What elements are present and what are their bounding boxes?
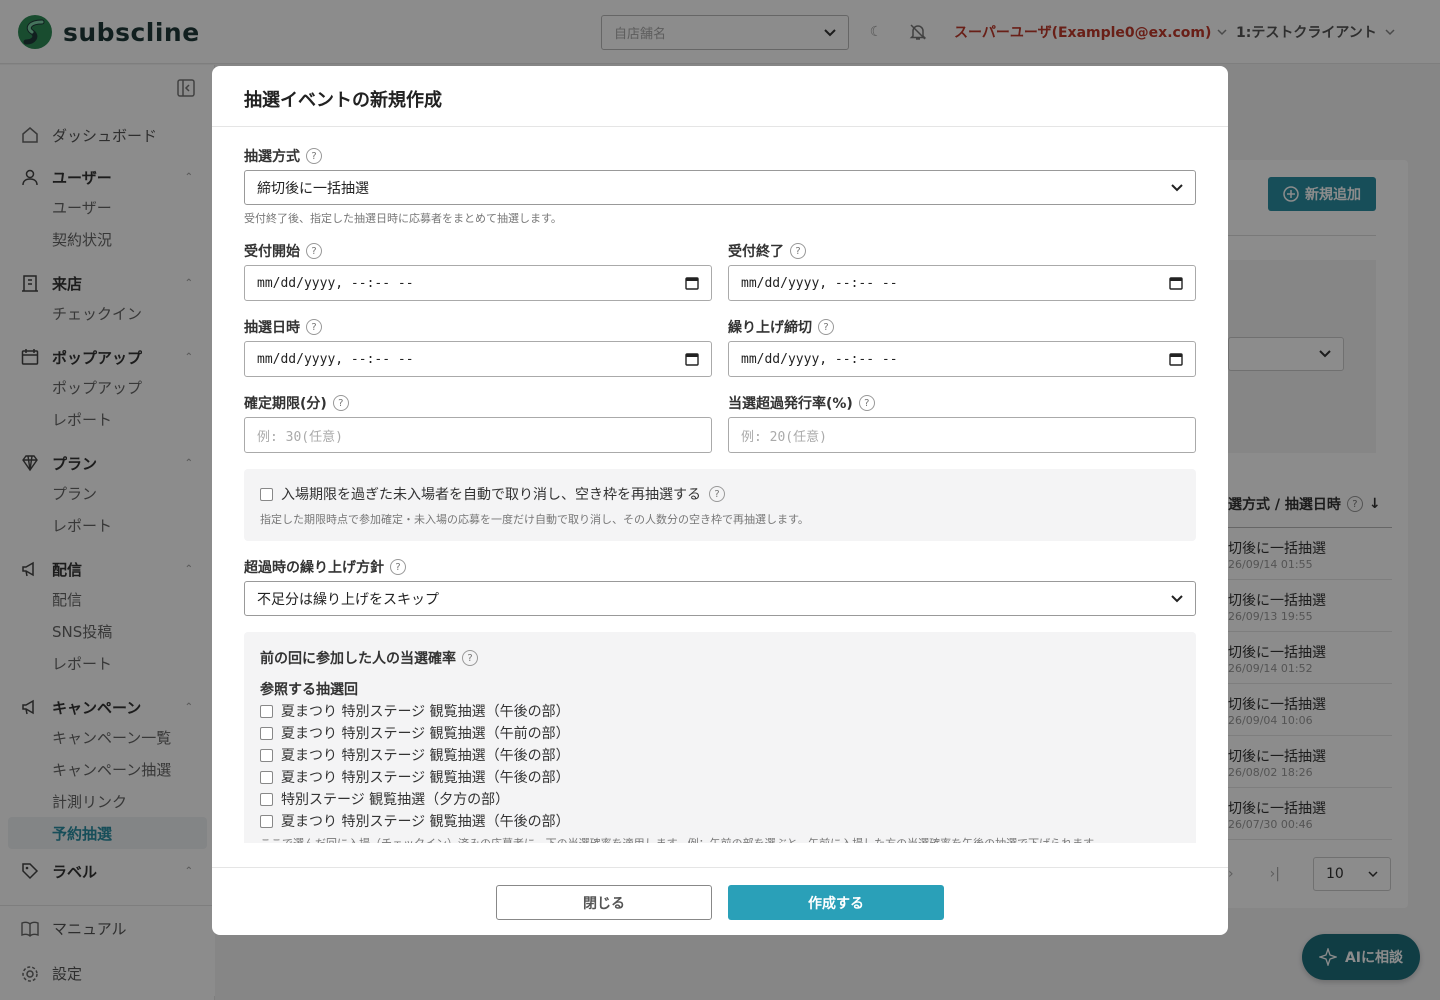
calendar-icon[interactable] <box>685 276 699 290</box>
accept-start-label: 受付開始 ? <box>244 241 322 261</box>
prev-rate-label-text: 前の回に参加した人の当選確率 <box>260 651 456 667</box>
help-icon[interactable]: ? <box>709 486 725 502</box>
create-lottery-modal: 抽選イベントの新規作成 抽選方式 ? 締切後に一括抽選 受付終了後、指定した抽選… <box>212 66 1228 935</box>
ref-round-option[interactable]: 夏まつり 特別ステージ 観覧抽選（午後の部） <box>260 701 570 721</box>
carry-policy-value: 不足分は繰り上げをスキップ <box>257 591 439 608</box>
over-rate-placeholder: 例: 20(任意) <box>741 429 827 445</box>
ref-round-label: 夏まつり 特別ステージ 観覧抽選（午後の部） <box>281 770 570 786</box>
carry-deadline-placeholder: mm/dd/yyyy, --:-- -- <box>741 351 898 367</box>
accept-end-placeholder: mm/dd/yyyy, --:-- -- <box>741 275 898 291</box>
calendar-icon[interactable] <box>1169 276 1183 290</box>
accept-start-input[interactable]: mm/dd/yyyy, --:-- -- <box>244 265 712 301</box>
ref-round-label: 夏まつり 特別ステージ 観覧抽選（午前の部） <box>281 726 570 742</box>
modal-body[interactable]: 抽選方式 ? 締切後に一括抽選 受付終了後、指定した抽選日時に応募者をまとめて抽… <box>212 127 1228 843</box>
ref-rounds-label: 参照する抽選回 <box>260 682 358 698</box>
confirm-limit-input[interactable]: 例: 30(任意) <box>244 417 712 453</box>
ref-rounds-hint: ここで選んだ回に入場（チェックイン）済みの応募者に、下の当選確率を適用します。例… <box>260 835 1180 843</box>
ref-round-label: 夏まつり 特別ステージ 観覧抽選（午後の部） <box>281 748 570 764</box>
method-hint: 受付終了後、指定した抽選日時に応募者をまとめて抽選します。 <box>244 212 562 225</box>
ref-round-label: 夏まつり 特別ステージ 観覧抽選（午後の部） <box>281 704 570 720</box>
chevron-down-icon <box>1171 183 1183 191</box>
prev-rate-label: 前の回に参加した人の当選確率 ? <box>260 648 478 668</box>
confirm-limit-label: 確定期限(分) ? <box>244 393 349 413</box>
confirm-limit-placeholder: 例: 30(任意) <box>257 429 343 445</box>
method-select[interactable]: 締切後に一括抽選 <box>244 170 1196 205</box>
help-icon[interactable]: ? <box>858 395 875 411</box>
help-icon[interactable]: ? <box>306 243 322 259</box>
accept-start-label-text: 受付開始 <box>244 244 300 260</box>
accept-start-placeholder: mm/dd/yyyy, --:-- -- <box>257 275 414 291</box>
method-label-text: 抽選方式 <box>244 149 300 165</box>
method-label: 抽選方式 ? <box>244 146 322 166</box>
confirm-limit-label-text: 確定期限(分) <box>244 396 327 412</box>
ref-round-checkbox[interactable] <box>260 748 273 762</box>
carry-policy-label-text: 超過時の繰り上げ方針 <box>244 560 384 576</box>
method-select-value: 締切後に一括抽選 <box>257 180 369 197</box>
carry-deadline-input[interactable]: mm/dd/yyyy, --:-- -- <box>728 341 1196 377</box>
auto-cancel-panel <box>244 469 1196 541</box>
carry-deadline-label-text: 繰り上げ締切 <box>728 320 812 336</box>
auto-cancel-checkbox-row[interactable]: 入場期限を過ぎた未入場者を自動で取り消し、空き枠を再抽選する ? <box>260 484 725 504</box>
calendar-icon[interactable] <box>1169 352 1183 366</box>
help-icon[interactable]: ? <box>790 243 806 259</box>
modal-title: 抽選イベントの新規作成 <box>244 90 442 111</box>
ref-round-option[interactable]: 夏まつり 特別ステージ 観覧抽選（午前の部） <box>260 723 570 743</box>
ref-round-checkbox[interactable] <box>260 814 273 828</box>
auto-cancel-label: 入場期限を過ぎた未入場者を自動で取り消し、空き枠を再抽選する <box>281 487 701 503</box>
ref-round-checkbox[interactable] <box>260 792 273 806</box>
help-icon[interactable]: ? <box>306 148 322 164</box>
ref-round-option[interactable]: 夏まつり 特別ステージ 観覧抽選（午後の部） <box>260 767 570 787</box>
ref-round-checkbox[interactable] <box>260 704 273 718</box>
accept-end-input[interactable]: mm/dd/yyyy, --:-- -- <box>728 265 1196 301</box>
carry-deadline-label: 繰り上げ締切 ? <box>728 317 834 337</box>
help-icon[interactable]: ? <box>462 650 478 666</box>
carry-policy-label: 超過時の繰り上げ方針 ? <box>244 557 406 577</box>
help-icon[interactable]: ? <box>818 319 834 335</box>
ref-round-checkbox[interactable] <box>260 726 273 740</box>
auto-cancel-hint: 指定した期限時点で参加確定・未入場の応募を一度だけ自動で取り消し、その人数分の空… <box>260 513 809 526</box>
ref-round-option[interactable]: 夏まつり 特別ステージ 観覧抽選（午後の部） <box>260 745 570 765</box>
draw-date-input[interactable]: mm/dd/yyyy, --:-- -- <box>244 341 712 377</box>
carry-policy-select[interactable]: 不足分は繰り上げをスキップ <box>244 581 1196 616</box>
draw-date-placeholder: mm/dd/yyyy, --:-- -- <box>257 351 414 367</box>
ref-round-label: 夏まつり 特別ステージ 観覧抽選（午後の部） <box>281 814 570 830</box>
ref-round-label: 特別ステージ 観覧抽選（夕方の部） <box>281 792 510 808</box>
close-button[interactable]: 閉じる <box>496 885 712 920</box>
draw-date-label-text: 抽選日時 <box>244 320 300 336</box>
auto-cancel-checkbox[interactable] <box>260 487 273 501</box>
create-button[interactable]: 作成する <box>728 885 944 920</box>
accept-end-label: 受付終了 ? <box>728 241 806 261</box>
chevron-down-icon <box>1171 594 1183 602</box>
modal-footer: 閉じる 作成する <box>212 867 1228 935</box>
ref-round-checkbox[interactable] <box>260 770 273 784</box>
help-icon[interactable]: ? <box>332 395 349 411</box>
draw-date-label: 抽選日時 ? <box>244 317 322 337</box>
help-icon[interactable]: ? <box>390 559 406 575</box>
over-rate-label: 当選超過発行率(%) ? <box>728 393 875 413</box>
modal-header: 抽選イベントの新規作成 <box>212 66 1228 127</box>
ref-round-option[interactable]: 夏まつり 特別ステージ 観覧抽選（午後の部） <box>260 811 570 831</box>
calendar-icon[interactable] <box>685 352 699 366</box>
over-rate-input[interactable]: 例: 20(任意) <box>728 417 1196 453</box>
ref-round-option[interactable]: 特別ステージ 観覧抽選（夕方の部） <box>260 789 509 809</box>
over-rate-label-text: 当選超過発行率(%) <box>728 396 853 412</box>
accept-end-label-text: 受付終了 <box>728 244 784 260</box>
help-icon[interactable]: ? <box>306 319 322 335</box>
